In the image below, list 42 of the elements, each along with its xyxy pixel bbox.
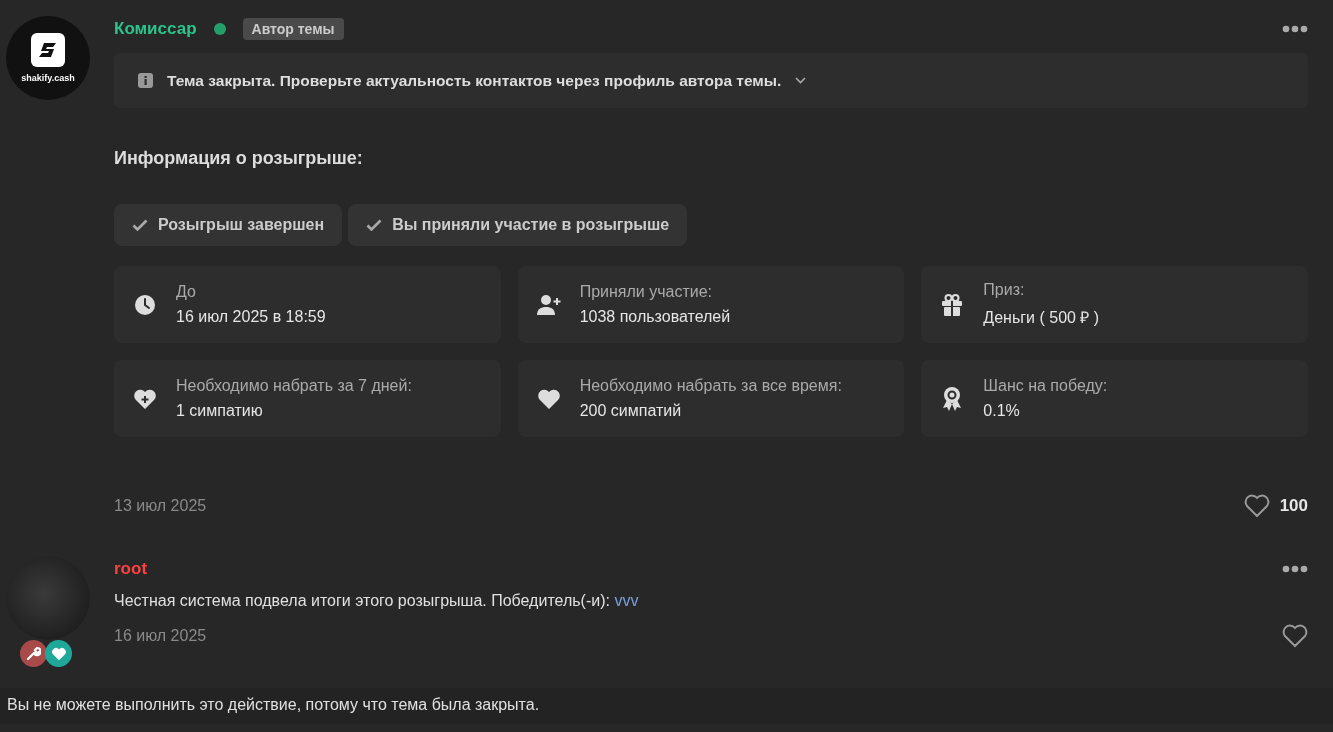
info-value: 16 июл 2025 в 18:59 — [176, 308, 326, 326]
author-name[interactable]: root — [114, 559, 148, 579]
info-label: До — [176, 283, 197, 301]
check-icon — [132, 219, 148, 231]
heart-icon — [536, 387, 561, 410]
info-label: Приняли участие: — [579, 283, 714, 301]
logo-icon — [31, 33, 65, 67]
info-value: 1038 пользователей — [579, 308, 731, 326]
notice-text: Тема закрыта. Проверьте актуальность контактов через профиль автора темы. — [167, 71, 782, 90]
info-label: Шанс на победу: — [983, 377, 1108, 395]
post-date[interactable]: 13 июл 2025 — [114, 497, 207, 515]
author-badge: Автор темы — [242, 18, 344, 40]
award-icon — [941, 385, 964, 412]
post-text: Честная система подвела итоги этого розыгрыша. Победитель(-и): vvv — [114, 592, 640, 610]
info-value: Деньги ( 500 ₽ ) — [983, 308, 1100, 328]
logo-avatar[interactable]: shakify.cash — [6, 16, 90, 100]
user-plus-icon — [535, 293, 562, 316]
like-count: 100 — [1279, 496, 1308, 516]
heart-icon[interactable] — [1243, 494, 1270, 518]
info-value: 1 симпатию — [176, 402, 264, 420]
info-label: Необходимо набрать за 7 дней: — [176, 377, 412, 395]
more-options-icon[interactable] — [1282, 565, 1308, 573]
info-icon — [138, 73, 153, 88]
info-value: 0.1% — [983, 402, 1021, 420]
heart-plus-icon — [133, 387, 157, 410]
post-date[interactable]: 16 июл 2025 — [114, 627, 207, 645]
chevron-down-icon[interactable] — [795, 77, 807, 84]
info-label: Приз: — [983, 281, 1026, 299]
check-icon — [366, 219, 383, 231]
heart-icon[interactable] — [1282, 624, 1308, 648]
closed-thread-message: Вы не можете выполнить это действие, потому что тема была закрыта. — [0, 688, 1333, 724]
info-value: 200 симпатий — [579, 402, 683, 420]
logo-label: shakify.cash — [21, 73, 75, 83]
clock-icon — [134, 293, 156, 316]
status-chip: Вы приняли участие в розыгрыше — [348, 204, 688, 246]
author-name[interactable]: Комиссар — [114, 19, 197, 39]
info-label: Необходимо набрать за все время: — [579, 377, 842, 395]
winner-link[interactable]: vvv — [614, 592, 639, 609]
status-chip: Розыгрыш завершен — [114, 204, 343, 246]
gift-icon — [941, 293, 964, 316]
more-options-icon[interactable] — [1282, 25, 1308, 33]
giveaway-title: Информация о розыгрыше: — [114, 148, 364, 169]
